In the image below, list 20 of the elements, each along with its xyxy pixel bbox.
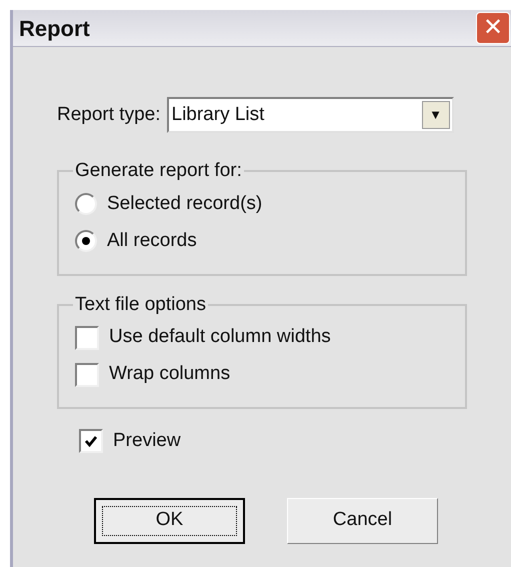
option-label: Use default column widths xyxy=(109,325,331,350)
checkbox[interactable] xyxy=(79,429,103,454)
radio-button[interactable] xyxy=(75,193,97,215)
checkbox[interactable] xyxy=(75,326,99,350)
report-type-dropdown[interactable]: Library List ▼ xyxy=(166,97,454,133)
close-button[interactable]: ✕ xyxy=(476,12,510,44)
cancel-button[interactable]: Cancel xyxy=(287,498,438,544)
group-label: Text file options xyxy=(74,292,207,316)
ok-button[interactable]: OK xyxy=(94,498,245,544)
report-type-label: Report type: xyxy=(57,102,160,127)
window-title: Report xyxy=(19,14,90,43)
option-label: Wrap columns xyxy=(109,362,230,386)
preview-label: Preview xyxy=(113,429,181,453)
checkbox[interactable] xyxy=(75,362,99,386)
option-label: Selected record(s) xyxy=(107,192,262,216)
group-label: Generate report for: xyxy=(74,159,243,183)
check-icon xyxy=(84,434,98,448)
option-label: All records xyxy=(107,228,197,253)
dropdown-arrow-button[interactable]: ▼ xyxy=(422,101,450,129)
radio-button[interactable] xyxy=(75,230,97,252)
